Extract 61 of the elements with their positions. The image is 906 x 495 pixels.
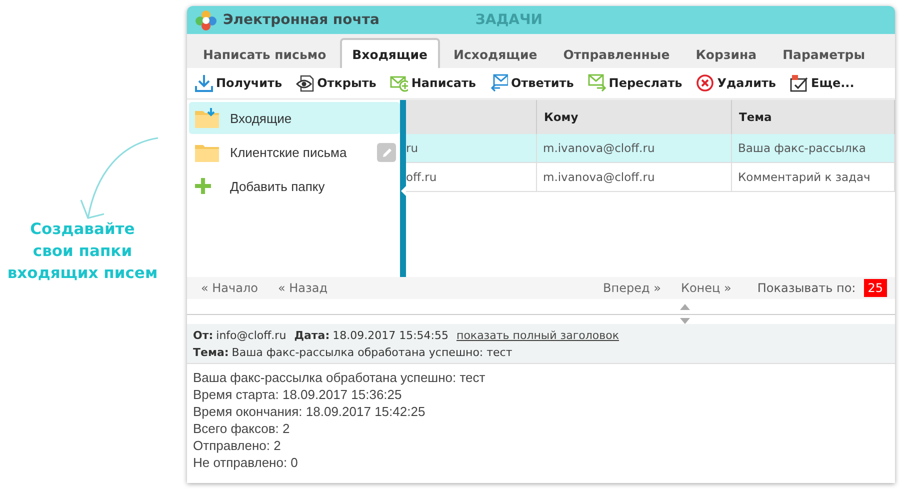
pager-link[interactable]: « Назад <box>278 281 328 295</box>
message-line: Время окончания: 18.09.2017 15:42:25 <box>193 403 426 420</box>
splitter-bar[interactable] <box>400 100 406 277</box>
envelope-forward-icon <box>588 74 606 92</box>
header-link[interactable]: показать полный заголовок <box>456 329 619 342</box>
envelope-plus-icon <box>390 74 408 92</box>
per-page-button[interactable]: 25 <box>864 279 887 297</box>
toolbar-button[interactable]: Переслать <box>588 74 682 92</box>
folder-item[interactable]: Входящие <box>189 102 400 134</box>
table-cell: m.ivanova@cloff.ru <box>543 141 655 155</box>
table-row[interactable]: off.ru m.ivanova@cloff.ru Комментарий к задач <box>406 162 894 192</box>
down-arrow-icon <box>680 318 690 324</box>
up-arrow-icon <box>680 304 690 310</box>
toolbar-button[interactable]: Еще... <box>790 74 854 92</box>
checkbox-flag-icon <box>790 74 808 92</box>
table-cell: Комментарий к задач <box>738 170 870 184</box>
inbox-folder-icon <box>194 107 220 129</box>
column-header[interactable]: Кому <box>536 100 732 134</box>
field-value: info@cloff.ru <box>216 329 286 342</box>
message-line: Время старта: 18.09.2017 15:36:25 <box>193 386 403 403</box>
section-label: ЗАДАЧИ <box>475 12 543 28</box>
field-label: Тема: <box>193 346 229 359</box>
message-line: Всего факсов: 2 <box>193 420 291 437</box>
tab[interactable]: Написать письмо <box>191 38 338 68</box>
table-cell: Ваша факс-рассылка <box>738 141 866 155</box>
tab[interactable]: Корзина <box>684 38 769 68</box>
window-title: Электронная почта <box>223 12 380 28</box>
pager-link[interactable]: Вперед » <box>603 281 661 295</box>
toolbar-button[interactable]: Получить <box>195 74 282 92</box>
table-cell: m.ivanova@cloff.ru <box>543 170 655 184</box>
eye-icon <box>296 74 314 92</box>
hint-text: Создавайте свои папки входящих писем <box>6 219 159 284</box>
tab[interactable]: Параметры <box>770 38 878 68</box>
field-value: Ваша факс-рассылка обработана успешно: тест <box>232 346 512 359</box>
per-page-label: Показывать по: <box>757 281 856 295</box>
tab[interactable]: Входящие <box>340 38 440 68</box>
toolbar-button[interactable]: Ответить <box>490 74 574 92</box>
pager-link[interactable]: Конец » <box>680 281 732 295</box>
message-line: Не отправлено: 0 <box>193 454 299 471</box>
column-header[interactable]: Тема <box>732 100 894 134</box>
field-label: От: <box>193 329 214 342</box>
table-row[interactable]: ru m.ivanova@cloff.ru Ваша факс-рассылка <box>406 134 894 162</box>
logo-icon <box>195 9 217 31</box>
message-line: Ваша факс-рассылка обработана успешно: тест <box>193 369 486 386</box>
download-icon <box>195 74 213 92</box>
toolbar-button[interactable]: Открыть <box>296 74 376 92</box>
field-value: 18.09.2017 15:54:55 <box>332 329 448 342</box>
toolbar-button[interactable]: Написать <box>390 74 476 92</box>
folder-item[interactable]: Добавить папку <box>189 170 400 202</box>
pager-link[interactable]: « Начало <box>201 281 258 295</box>
field-label: Дата: <box>294 329 330 342</box>
table-cell: off.ru <box>406 170 437 184</box>
tab[interactable]: Отправленные <box>551 38 682 68</box>
tab[interactable]: Исходящие <box>442 38 550 68</box>
message-line: Отправлено: 2 <box>193 437 282 454</box>
pencil-icon <box>380 146 392 158</box>
folder-item[interactable]: Клиентские письма <box>189 136 400 168</box>
envelope-reply-icon <box>490 74 508 92</box>
delete-icon <box>696 74 714 92</box>
toolbar-button[interactable]: Удалить <box>696 74 776 92</box>
table-cell: ru <box>406 141 418 155</box>
